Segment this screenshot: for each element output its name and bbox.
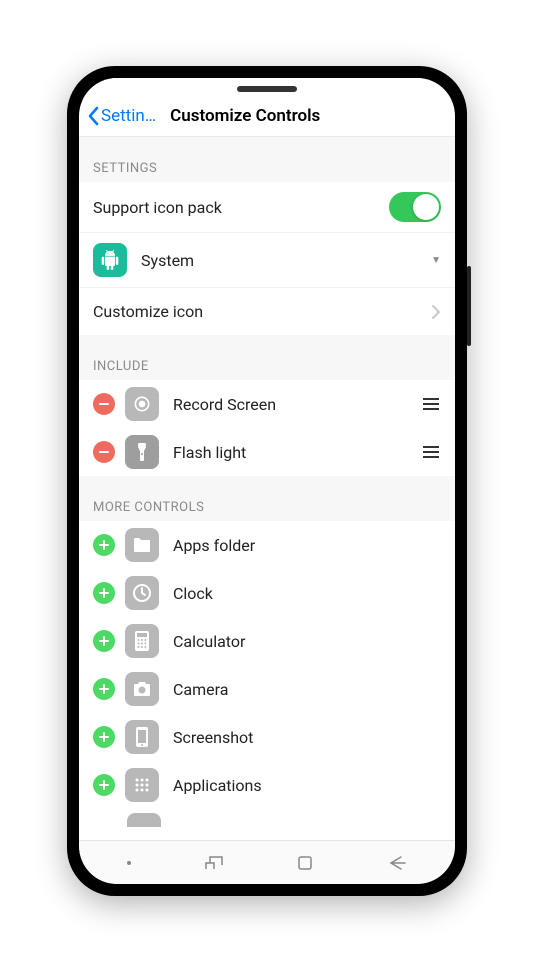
- add-button[interactable]: [93, 630, 115, 652]
- more-item-label: Screenshot: [173, 728, 441, 747]
- android-icon: [93, 243, 127, 277]
- dropdown-caret-icon: ▼: [431, 255, 441, 266]
- section-header-more-controls: MORE CONTROLS: [79, 476, 455, 521]
- folder-icon: [125, 528, 159, 562]
- row-more-clock: Clock: [79, 569, 455, 617]
- recents-icon[interactable]: [204, 855, 224, 871]
- page-title: Customize Controls: [170, 106, 320, 126]
- include-item-label: Record Screen: [173, 395, 421, 414]
- row-more-camera: Camera: [79, 665, 455, 713]
- camera-icon: [125, 672, 159, 706]
- back-label: Settin…: [101, 106, 156, 126]
- drag-handle-icon[interactable]: [421, 445, 441, 459]
- add-button[interactable]: [93, 582, 115, 604]
- row-more-apps-folder: Apps folder: [79, 521, 455, 569]
- record-icon: [125, 387, 159, 421]
- add-button[interactable]: [93, 534, 115, 556]
- row-more-applications: Applications: [79, 761, 455, 809]
- back-icon[interactable]: [387, 855, 407, 871]
- remove-button[interactable]: [93, 441, 115, 463]
- content[interactable]: SETTINGS Support icon pack System ▼ Cust…: [79, 137, 455, 840]
- drag-handle-icon[interactable]: [421, 397, 441, 411]
- row-include-flash-light: Flash light: [79, 428, 455, 476]
- row-customize-icon[interactable]: Customize icon: [79, 287, 455, 335]
- add-button[interactable]: [93, 726, 115, 748]
- more-item-label: Clock: [173, 584, 441, 603]
- flashlight-icon: [125, 435, 159, 469]
- row-system-dropdown[interactable]: System ▼: [79, 232, 455, 287]
- section-header-include: INCLUDE: [79, 335, 455, 380]
- row-more-partial: [79, 809, 455, 827]
- section-header-settings: SETTINGS: [79, 137, 455, 182]
- chevron-right-icon: [431, 304, 441, 320]
- screen: Settin… Customize Controls SETTINGS Supp…: [79, 78, 455, 884]
- phone-notch: [237, 86, 297, 92]
- more-item-label: Apps folder: [173, 536, 441, 555]
- toggle-knob: [413, 194, 439, 220]
- phone-frame: Settin… Customize Controls SETTINGS Supp…: [67, 66, 467, 896]
- clock-icon: [125, 576, 159, 610]
- nav-header: Settin… Customize Controls: [79, 100, 455, 137]
- device-nav-bar: [79, 840, 455, 884]
- include-item-label: Flash light: [173, 443, 421, 462]
- more-item-label: Camera: [173, 680, 441, 699]
- support-icon-pack-toggle[interactable]: [389, 192, 441, 222]
- home-icon[interactable]: [296, 854, 314, 872]
- add-button[interactable]: [93, 678, 115, 700]
- remove-button[interactable]: [93, 393, 115, 415]
- screenshot-icon: [125, 720, 159, 754]
- calculator-icon: [125, 624, 159, 658]
- row-support-icon-pack: Support icon pack: [79, 182, 455, 232]
- chevron-left-icon: [87, 106, 99, 126]
- row-include-record-screen: Record Screen: [79, 380, 455, 428]
- applications-icon: [125, 768, 159, 802]
- row-more-screenshot: Screenshot: [79, 713, 455, 761]
- more-item-label: Applications: [173, 776, 441, 795]
- support-icon-pack-label: Support icon pack: [93, 198, 389, 217]
- add-button[interactable]: [93, 774, 115, 796]
- phone-side-button: [467, 266, 471, 346]
- customize-icon-label: Customize icon: [93, 302, 431, 321]
- nav-indicator-dot: [127, 861, 131, 865]
- system-label: System: [141, 251, 431, 270]
- row-more-calculator: Calculator: [79, 617, 455, 665]
- back-button[interactable]: Settin…: [87, 106, 156, 126]
- more-item-label: Calculator: [173, 632, 441, 651]
- partial-icon: [127, 813, 161, 827]
